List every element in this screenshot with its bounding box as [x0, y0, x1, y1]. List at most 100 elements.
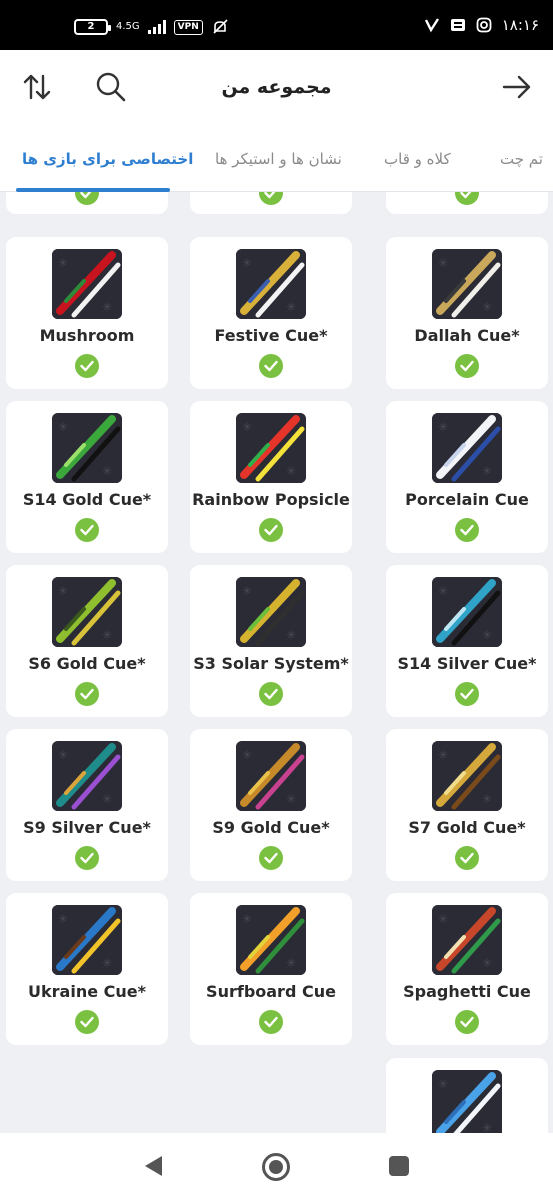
cue-solar-icon: ✳ ✳: [236, 577, 306, 647]
owned-check-icon: [455, 192, 479, 205]
owned-check-icon: [259, 1010, 283, 1034]
item-card[interactable]: ✳ ✳ Festive Cue*: [190, 237, 352, 389]
nav-back-icon[interactable]: [142, 1154, 164, 1178]
page-title: مجموعه من: [221, 76, 332, 98]
card-partial: [190, 192, 352, 214]
svg-text:✳: ✳: [242, 256, 252, 270]
svg-text:✳: ✳: [58, 748, 68, 762]
svg-text:✳: ✳: [438, 748, 448, 762]
svg-text:✳: ✳: [58, 912, 68, 926]
owned-check-icon: [259, 682, 283, 706]
item-name: Dallah Cue*: [414, 326, 520, 345]
tab-chat-theme[interactable]: تم چت: [500, 150, 543, 168]
tab-badges-stickers[interactable]: نشان ها و استیکر ها: [215, 150, 342, 168]
svg-text:✳: ✳: [438, 1077, 448, 1091]
svg-text:✳: ✳: [438, 420, 448, 434]
item-card[interactable]: ✳ ✳ S3 Solar System*: [190, 565, 352, 717]
item-card[interactable]: ✳ ✳ S9 Silver Cue*: [6, 729, 168, 881]
item-card[interactable]: ✳ ✳ Spaghetti Cue: [386, 893, 548, 1045]
owned-check-icon: [75, 1010, 99, 1034]
cue-festive-icon: ✳ ✳: [236, 249, 306, 319]
owned-check-icon: [75, 682, 99, 706]
svg-text:✳: ✳: [58, 256, 68, 270]
item-card[interactable]: ✳ ✳ Dallah Cue*: [386, 237, 548, 389]
cue-dallah-icon: ✳ ✳: [432, 249, 502, 319]
status-left: 2 4.5G VPN: [74, 18, 229, 36]
svg-text:✳: ✳: [242, 420, 252, 434]
status-bar: 2 4.5G VPN ۱۸:۱۶: [0, 0, 553, 50]
svg-text:✳: ✳: [242, 912, 252, 926]
item-card[interactable]: ✳ ✳ S9 Gold Cue*: [190, 729, 352, 881]
svg-text:✳: ✳: [286, 464, 296, 478]
svg-text:✳: ✳: [286, 628, 296, 642]
owned-check-icon: [75, 846, 99, 870]
cue-s14-silver-icon: ✳ ✳: [432, 577, 502, 647]
cue-ribbon-icon: ✳ ✳: [432, 1070, 502, 1133]
owned-check-icon: [259, 846, 283, 870]
back-arrow-icon[interactable]: [500, 70, 534, 104]
tab-bar: اختصاصی برای بازی ها نشان ها و استیکر ها…: [0, 126, 553, 192]
cue-rainbow-icon: ✳ ✳: [236, 413, 306, 483]
vpn-badge: VPN: [173, 19, 203, 35]
owned-check-icon: [259, 354, 283, 378]
cue-ukraine-icon: ✳ ✳: [52, 905, 122, 975]
network-type: 4.5G: [116, 21, 140, 32]
tab-hats-frames[interactable]: کلاه و قاب: [384, 150, 451, 168]
status-right: ۱۸:۱۶: [424, 16, 539, 34]
svg-text:✳: ✳: [438, 912, 448, 926]
item-name: Festive Cue*: [214, 326, 328, 345]
signal-icon: [147, 20, 166, 34]
owned-check-icon: [455, 518, 479, 542]
svg-text:✳: ✳: [482, 792, 492, 806]
news-icon: [450, 19, 465, 31]
svg-text:✳: ✳: [482, 464, 492, 478]
owned-check-icon: [455, 682, 479, 706]
cue-s9-silver-icon: ✳ ✳: [52, 741, 122, 811]
clock: ۱۸:۱۶: [501, 16, 539, 34]
item-card[interactable]: ✳ ✳ S14 Silver Cue*: [386, 565, 548, 717]
cue-s14-gold-icon: ✳ ✳: [52, 413, 122, 483]
system-nav-bar: [0, 1133, 553, 1200]
nav-recents-icon[interactable]: [388, 1155, 410, 1177]
cue-s6-gold-icon: ✳ ✳: [52, 577, 122, 647]
item-card[interactable]: ✳ ✳ Ukraine Cue*: [6, 893, 168, 1045]
item-card[interactable]: ✳ ✳ Rainbow Popsicle: [190, 401, 352, 553]
item-card[interactable]: ✳ ✳ S14 Gold Cue*: [6, 401, 168, 553]
item-name: Ukraine Cue*: [28, 982, 146, 1001]
owned-check-icon: [75, 518, 99, 542]
cue-mushroom-icon: ✳ ✳: [52, 249, 122, 319]
svg-text:✳: ✳: [286, 300, 296, 314]
item-card[interactable]: ✳ ✳ Porcelain Cue: [386, 401, 548, 553]
item-name: Surfboard Cue: [206, 982, 336, 1001]
app-bar: مجموعه من: [0, 50, 553, 126]
item-name: S14 Gold Cue*: [22, 490, 152, 509]
card-partial: [386, 192, 548, 214]
item-card[interactable]: ✳ ✳ S7 Gold Cue*: [386, 729, 548, 881]
svg-text:✳: ✳: [482, 1121, 492, 1133]
item-name: Spaghetti Cue: [403, 982, 531, 1001]
item-name: Rainbow Popsicle: [192, 490, 350, 509]
card-partial: [6, 192, 168, 214]
svg-text:✳: ✳: [438, 256, 448, 270]
item-card[interactable]: ✳ ✳ S6 Gold Cue*: [6, 565, 168, 717]
nav-home-icon[interactable]: [261, 1152, 291, 1182]
item-card[interactable]: ✳ ✳ Surfboard Cue: [190, 893, 352, 1045]
owned-check-icon: [75, 354, 99, 378]
svg-text:✳: ✳: [286, 956, 296, 970]
svg-text:✳: ✳: [242, 748, 252, 762]
svg-text:✳: ✳: [58, 584, 68, 598]
owned-check-icon: [75, 192, 99, 205]
svg-text:✳: ✳: [482, 956, 492, 970]
cue-s7-gold-icon: ✳ ✳: [432, 741, 502, 811]
owned-check-icon: [259, 518, 283, 542]
owned-check-icon: [455, 354, 479, 378]
item-card[interactable]: ✳ ✳ Mushroom: [6, 237, 168, 389]
svg-text:✳: ✳: [102, 628, 112, 642]
mute-icon: [213, 19, 228, 34]
svg-text:✳: ✳: [58, 420, 68, 434]
tab-game-exclusive[interactable]: اختصاصی برای بازی ها: [22, 150, 193, 168]
svg-text:✳: ✳: [102, 300, 112, 314]
item-card[interactable]: ✳ ✳: [386, 1058, 548, 1133]
item-name: S9 Gold Cue*: [212, 818, 330, 837]
svg-text:✳: ✳: [482, 628, 492, 642]
